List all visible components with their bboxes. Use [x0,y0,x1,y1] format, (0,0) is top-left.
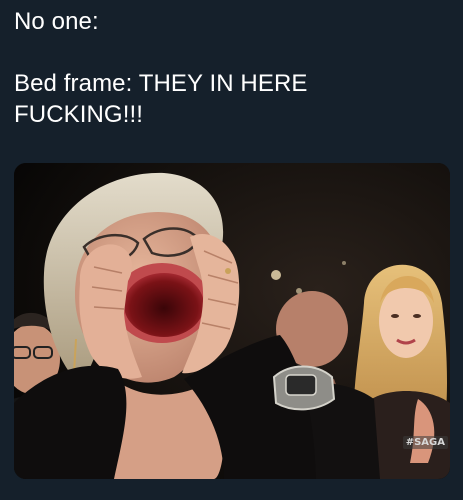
tweet-caption: No one: Bed frame: THEY IN HERE FUCKING!… [14,6,454,130]
open-mouth [124,273,204,337]
shouting-woman-illustration [14,163,450,479]
stage-light [271,270,281,280]
watermark-label: #SAGA [402,436,448,449]
meme-image[interactable]: #SAGA [14,163,450,479]
caption-line-bed-frame: Bed frame: THEY IN HERE [14,70,308,97]
caption-line-no-one: No one: [14,8,99,35]
caption-line-fucking: FUCKING!!! [14,101,144,128]
